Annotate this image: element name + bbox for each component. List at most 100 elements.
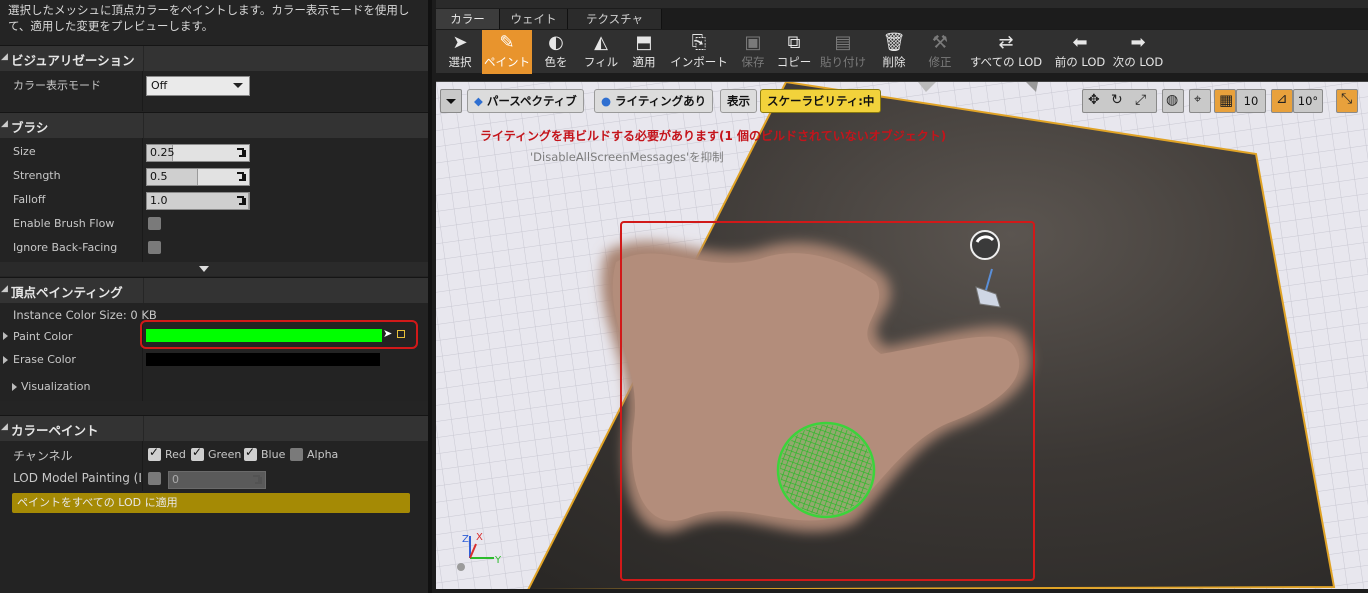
color-picker-arrow-icon[interactable]: ➤ [383, 327, 392, 340]
axis-x-label: X [476, 532, 483, 543]
world-local-toggle[interactable]: ◍ [1162, 89, 1184, 113]
show-flags-button[interactable]: 表示 [720, 89, 757, 113]
swap-color-icon: ◐ [548, 32, 564, 53]
save-icon: ▣ [744, 32, 762, 53]
tool-paste-button: ▤ 貼り付け [818, 30, 868, 74]
tool-arrow-left-button[interactable]: ⬅ 前の LOD [1051, 30, 1109, 74]
fill-bucket-icon: ◭ [594, 32, 608, 53]
scale-snap-toggle[interactable]: ⤡ [1336, 89, 1358, 113]
section-title-color-paint: カラーペイント [11, 423, 99, 438]
ignore-back-facing-checkbox[interactable] [148, 241, 161, 254]
tab-color[interactable]: カラー [436, 9, 500, 29]
tool-cursor-button[interactable]: ➤ 選択 [439, 30, 481, 74]
scale-icon[interactable]: ⤢ [1135, 92, 1146, 108]
channel-blue-label: Blue [261, 448, 286, 461]
collapse-arrow-icon: ◢ [1, 52, 8, 62]
collapse-arrow-icon: ◢ [1, 422, 8, 432]
section-header-vertex-painting[interactable]: ◢ 頂点ペインティング [0, 277, 428, 304]
tool-label: ペイント [484, 55, 530, 69]
transform-mode-group[interactable]: ✥ ↻ ⤢ [1082, 89, 1157, 113]
channel-red-checkbox[interactable] [148, 445, 161, 461]
axis-y-label: Y [494, 555, 502, 566]
rotate-icon[interactable]: ↻ [1111, 92, 1123, 108]
expand-arrow-icon[interactable] [12, 383, 17, 391]
channel-green-checkbox[interactable] [191, 445, 204, 461]
tool-label: 色を [544, 55, 568, 69]
section-header-visualization[interactable]: ◢ ビジュアリゼーション [0, 45, 428, 72]
tool-label: 次の LOD [1112, 55, 1164, 69]
falloff-label: Falloff [13, 193, 46, 206]
vertex-paint-details-panel: 選択したメッシュに頂点カラーをペイントします。カラー表示モードを使用して、適用し… [0, 0, 428, 593]
apply-paint-all-lods-button[interactable]: ペイントをすべての LOD に適用 [12, 493, 410, 513]
arrow-left-icon: ⬅ [1072, 32, 1088, 53]
globe-icon: ◍ [1166, 92, 1179, 108]
paste-icon: ▤ [834, 32, 852, 53]
move-icon[interactable]: ✥ [1088, 92, 1100, 108]
falloff-slider-field[interactable]: 1.0 [146, 192, 250, 210]
color-view-mode-dropdown[interactable]: Off [146, 76, 250, 96]
lod-model-painting-checkbox[interactable] [148, 472, 161, 485]
lighting-rebuild-warning: ライティングを再ビルドする必要があります(1 個のビルドされていないオブジェクト… [480, 129, 947, 143]
level-viewport[interactable]: ◆ パースペクティブ ● ライティングあり 表示 スケーラビリティ:中 ✥ ↻ … [436, 81, 1368, 589]
suppress-messages-hint: 'DisableAllScreenMessages'を抑制 [530, 150, 724, 164]
paint-color-label: Paint Color [13, 330, 73, 343]
expand-arrow-icon[interactable] [3, 356, 8, 364]
lighting-label: ライティングあり [615, 94, 707, 108]
lod-model-painting-label: LOD Model Painting (LC [13, 471, 141, 485]
expand-icon [237, 172, 246, 181]
section-header-brush[interactable]: ◢ ブラシ [0, 112, 428, 139]
grid-snap-value[interactable]: 10 [1236, 89, 1266, 113]
tool-all-lod-button[interactable]: ⇄ すべての LOD [967, 30, 1045, 74]
tool-copy-button[interactable]: ⧉ コピー [774, 30, 814, 74]
section-title-vertex-painting: 頂点ペインティング [11, 285, 123, 300]
falloff-value: 1.0 [150, 194, 168, 207]
tool-label: 適用 [632, 55, 656, 69]
surface-snapping-button[interactable]: ⌖ [1189, 89, 1211, 113]
rotation-snap-value[interactable]: 10° [1293, 89, 1323, 113]
tool-fill-bucket-button[interactable]: ◭ フィル [580, 30, 622, 74]
chevron-down-icon [199, 266, 209, 272]
strength-slider-field[interactable]: 0.5 [146, 168, 250, 186]
rotation-snap-toggle[interactable]: ⊿ [1271, 89, 1293, 113]
sky-sphere-icon[interactable] [970, 230, 1000, 260]
perspective-cube-icon: ◆ [474, 94, 487, 108]
visualization-subgroup-label[interactable]: Visualization [21, 380, 90, 393]
channel-red-label: Red [165, 448, 186, 461]
section-title-brush: ブラシ [11, 120, 49, 135]
tool-label: フィル [583, 55, 619, 69]
tool-arrow-right-button[interactable]: ➡ 次の LOD [1111, 30, 1165, 74]
panel-description: 選択したメッシュに頂点カラーをペイントします。カラー表示モードを使用して、適用し… [8, 3, 410, 33]
scalability-warning-button[interactable]: スケーラビリティ:中 [760, 89, 882, 113]
trash-icon: 🗑 [882, 32, 906, 53]
copy-icon: ⧉ [787, 32, 801, 53]
reset-to-default-icon[interactable] [397, 330, 405, 338]
size-slider-field[interactable]: 0.25 [146, 144, 250, 162]
lod-index-field: 0 [168, 471, 266, 489]
tab-weight[interactable]: ウェイト [500, 9, 568, 29]
paint-color-swatch[interactable] [146, 329, 382, 342]
grid-snap-toggle[interactable]: ▦ [1214, 89, 1236, 113]
tool-apply-button[interactable]: ⬒ 適用 [623, 30, 665, 74]
tool-brush-button[interactable]: ✎ ペイント [482, 30, 532, 74]
expand-arrow-icon[interactable] [3, 332, 8, 340]
channel-blue-checkbox[interactable] [244, 445, 257, 461]
tool-swap-color-button[interactable]: ◐ 色を [534, 30, 578, 74]
channel-alpha-checkbox[interactable] [290, 448, 303, 461]
enable-brush-flow-checkbox[interactable] [148, 217, 161, 230]
tool-import-button[interactable]: ⎘ インポート [668, 30, 730, 74]
axis-z-label: Z [462, 534, 469, 545]
advanced-expander[interactable] [0, 262, 428, 276]
viewport-options-button[interactable] [440, 89, 462, 113]
arrow-right-icon: ➡ [1130, 32, 1146, 53]
section-header-color-paint[interactable]: ◢ カラーペイント [0, 415, 428, 442]
erase-color-swatch[interactable] [146, 353, 380, 366]
tool-trash-button[interactable]: 🗑 削除 [872, 30, 916, 74]
tab-texture[interactable]: テクスチャ [568, 9, 662, 29]
tool-label: 保存 [741, 55, 765, 69]
perspective-button[interactable]: ◆ パースペクティブ [467, 89, 584, 113]
expand-icon [237, 148, 246, 157]
lighting-mode-button[interactable]: ● ライティングあり [594, 89, 714, 113]
color-view-mode-value: Off [151, 79, 168, 92]
brush-icon: ✎ [499, 32, 515, 53]
perspective-label: パースペクティブ [486, 94, 577, 108]
